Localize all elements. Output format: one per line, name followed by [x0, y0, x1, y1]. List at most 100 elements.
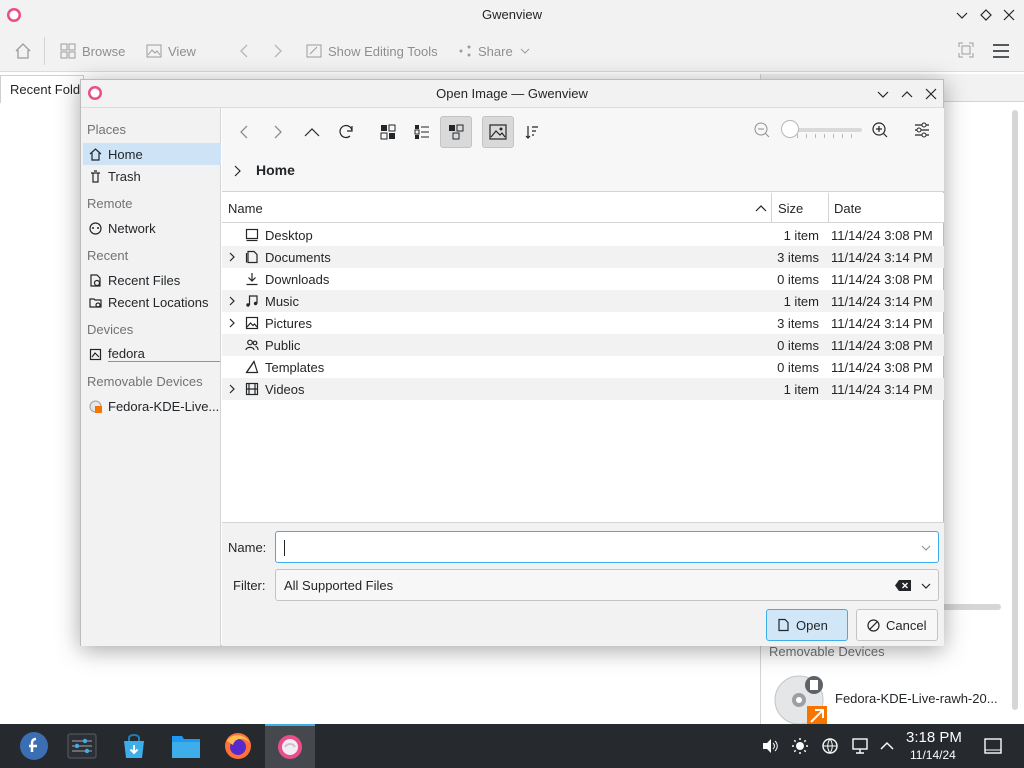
reload-button[interactable] — [330, 116, 362, 148]
cancel-button[interactable]: Cancel — [856, 609, 938, 641]
cancel-button-label: Cancel — [886, 617, 927, 633]
file-row-templates[interactable]: Templates 0 items 11/14/24 3:08 PM — [222, 356, 944, 378]
brightness-icon[interactable] — [791, 737, 809, 755]
taskbar-firefox[interactable] — [214, 724, 262, 768]
sort-button[interactable] — [516, 116, 548, 148]
view-label: View — [168, 43, 196, 59]
column-header-date[interactable]: Date — [834, 201, 861, 216]
icons-view-button[interactable] — [372, 116, 404, 148]
share-button[interactable]: Share — [458, 40, 531, 62]
chevron-down-icon[interactable] — [920, 542, 932, 554]
main-window-title: Gwenview — [482, 7, 542, 22]
main-toolbar: Browse View Show Editing Tools Share — [0, 30, 1024, 72]
tray-expand-icon[interactable] — [879, 739, 895, 753]
column-header-name[interactable]: Name — [228, 201, 263, 216]
file-row-pictures[interactable]: Pictures 3 items 11/14/24 3:14 PM — [222, 312, 944, 334]
wired-network-icon[interactable] — [851, 737, 869, 755]
fullscreen-icon[interactable] — [958, 42, 974, 58]
filter-combobox[interactable]: All Supported Files — [275, 569, 939, 601]
minimize-icon[interactable] — [876, 87, 890, 101]
detailed-view-button[interactable] — [440, 116, 472, 148]
expand-chevron-icon[interactable] — [228, 318, 236, 328]
column-header-size[interactable]: Size — [778, 201, 803, 216]
file-row-videos[interactable]: Videos 1 item 11/14/24 3:14 PM — [222, 378, 944, 400]
expand-chevron-icon[interactable] — [228, 296, 236, 306]
minimize-icon[interactable] — [955, 8, 969, 22]
tab-recent-folders[interactable]: Recent Fold — [0, 75, 84, 103]
places-item-network[interactable]: Network — [83, 217, 221, 239]
file-name-input[interactable] — [275, 531, 939, 563]
volume-icon[interactable] — [761, 737, 779, 755]
places-item-home[interactable]: Home — [83, 143, 221, 165]
file-row-documents[interactable]: Documents 3 items 11/14/24 3:14 PM — [222, 246, 944, 268]
view-icon — [146, 44, 162, 58]
places-item-recent-files[interactable]: Recent Files — [83, 269, 221, 291]
file-name: Desktop — [265, 228, 313, 243]
close-icon[interactable] — [1002, 8, 1016, 22]
browse-button[interactable]: Browse — [60, 40, 125, 62]
expand-chevron-icon[interactable] — [228, 252, 236, 262]
clock-time[interactable]: 3:18 PM — [906, 729, 962, 746]
network-globe-icon[interactable] — [821, 737, 839, 755]
taskbar-discover[interactable] — [110, 724, 158, 768]
up-arrow-icon — [304, 128, 320, 137]
zoom-in-icon[interactable] — [871, 121, 889, 139]
maximize-icon[interactable] — [979, 8, 993, 22]
parent-folder-button[interactable] — [296, 116, 328, 148]
clock-date[interactable]: 11/14/24 — [910, 748, 956, 762]
compact-view-icon — [414, 125, 429, 139]
optical-disc-icon[interactable] — [773, 672, 829, 728]
forward-icon[interactable] — [271, 43, 285, 59]
removable-devices-header: Removable Devices — [87, 374, 203, 389]
file-row-desktop[interactable]: Desktop 1 item 11/14/24 3:08 PM — [222, 224, 944, 246]
places-item-fedora[interactable]: fedora — [83, 343, 221, 365]
taskbar-system-settings[interactable] — [58, 724, 106, 768]
file-row-music[interactable]: Music 1 item 11/14/24 3:14 PM — [222, 290, 944, 312]
chevron-down-icon[interactable] — [920, 580, 932, 592]
forward-button[interactable] — [262, 116, 294, 148]
file-list: Desktop 1 item 11/14/24 3:08 PM Document… — [222, 224, 944, 522]
reload-icon — [339, 124, 353, 139]
application-launcher[interactable] — [10, 724, 58, 768]
maximize-icon[interactable] — [900, 87, 914, 101]
back-icon[interactable] — [237, 43, 251, 59]
breadcrumb-home[interactable]: Home — [256, 162, 295, 178]
taskbar-gwenview[interactable] — [265, 724, 315, 768]
main-titlebar: Gwenview — [0, 0, 1024, 30]
show-editing-tools-button[interactable]: Show Editing Tools — [306, 40, 438, 62]
dialog-titlebar: Open Image — Gwenview — [81, 80, 943, 108]
expand-chevron-icon[interactable] — [228, 384, 236, 394]
show-desktop-icon[interactable] — [984, 738, 1002, 754]
clear-text-icon[interactable] — [894, 579, 912, 592]
zoom-out-icon[interactable] — [753, 121, 771, 139]
music-icon — [246, 295, 258, 307]
vertical-scrollbar[interactable] — [1012, 110, 1018, 710]
file-name: Documents — [265, 250, 331, 265]
places-item-fedora-kde-live[interactable]: Fedora-KDE-Live... — [83, 395, 221, 417]
close-icon[interactable] — [924, 87, 938, 101]
open-button[interactable]: Open — [766, 609, 848, 641]
hamburger-menu-icon[interactable] — [992, 43, 1010, 59]
zoom-slider-handle[interactable] — [781, 120, 799, 138]
taskbar-dolphin[interactable] — [162, 724, 210, 768]
settings-sliders-icon[interactable] — [913, 121, 931, 139]
back-button[interactable] — [228, 116, 260, 148]
recent-header: Recent — [87, 248, 129, 263]
removable-device-label[interactable]: Fedora-KDE-Live-rawh-20... — [835, 691, 998, 706]
view-button[interactable]: View — [146, 40, 196, 62]
file-row-public[interactable]: Public 0 items 11/14/24 3:08 PM — [222, 334, 944, 356]
places-item-label: Network — [108, 220, 156, 236]
file-row-downloads[interactable]: Downloads 0 items 11/14/24 3:08 PM — [222, 268, 944, 290]
compact-view-button[interactable] — [406, 116, 438, 148]
taskbar: 3:18 PM 11/14/24 — [0, 724, 1024, 768]
fedora-logo-icon — [20, 732, 48, 760]
browse-icon — [60, 43, 76, 59]
places-item-trash[interactable]: Trash — [83, 165, 221, 187]
preview-toggle-button[interactable] — [482, 116, 514, 148]
chevron-right-icon[interactable] — [232, 165, 242, 177]
home-icon[interactable] — [14, 42, 32, 60]
file-list-header: Name Size Date — [222, 193, 944, 223]
horizontal-scrollbar[interactable] — [941, 604, 1001, 610]
places-item-recent-locations[interactable]: Recent Locations — [83, 291, 221, 313]
open-button-label: Open — [796, 617, 828, 633]
